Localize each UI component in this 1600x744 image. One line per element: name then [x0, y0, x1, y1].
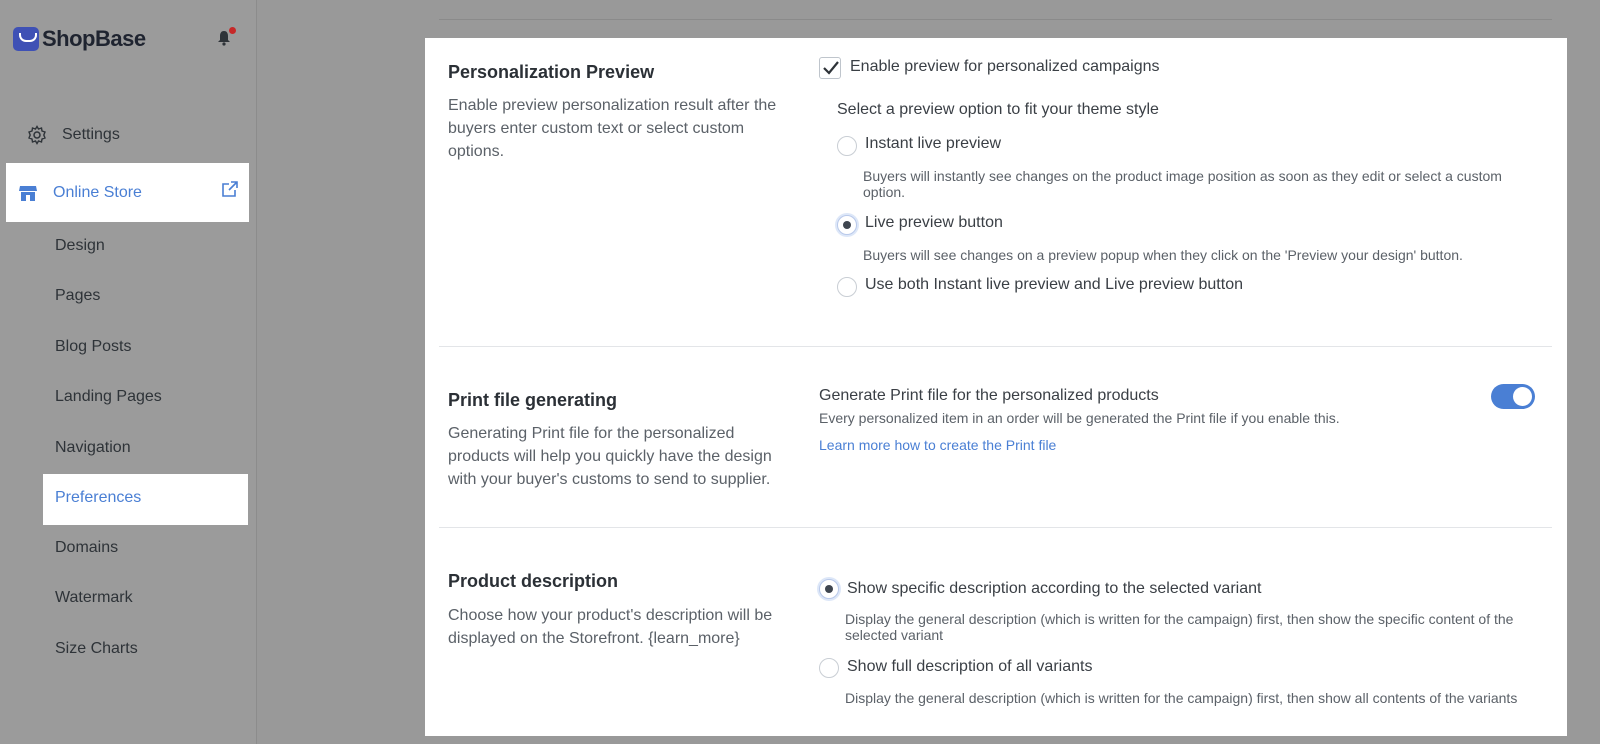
print-file-toggle[interactable]: [1491, 384, 1535, 409]
sidebar-item-size-charts[interactable]: Size Charts: [55, 640, 138, 658]
check-icon: [823, 61, 839, 75]
print-file-title: Print file generating: [448, 390, 618, 410]
personalization-title: Personalization Preview: [448, 62, 655, 82]
live-preview-button-help: Buyers will see changes on a preview pop…: [863, 247, 1463, 263]
instant-live-preview-help: Buyers will instantly see changes on the…: [863, 168, 1502, 200]
sidebar-item-watermark[interactable]: Watermark: [55, 589, 133, 607]
use-both-label[interactable]: Use both Instant live preview and Live p…: [865, 276, 1243, 294]
live-preview-button-label[interactable]: Live preview button: [865, 214, 1003, 232]
sidebar-item-blog-posts[interactable]: Blog Posts: [55, 338, 131, 356]
sidebar-item-pages[interactable]: Pages: [55, 287, 100, 305]
radio-live-preview-button[interactable]: [837, 215, 857, 235]
print-file-setting-help: Every personalized item in an order will…: [819, 410, 1340, 426]
radio-full-description[interactable]: [819, 658, 839, 678]
preview-option-prompt: Select a preview option to fit your them…: [837, 101, 1159, 118]
shopbase-logo[interactable]: ShopBase: [13, 26, 146, 52]
sidebar-item-navigation[interactable]: Navigation: [55, 439, 131, 457]
brand-name: ShopBase: [42, 26, 146, 51]
sidebar-item-settings[interactable]: Settings: [27, 125, 120, 145]
enable-preview-checkbox[interactable]: [819, 57, 841, 79]
notification-dot: [229, 27, 236, 34]
specific-description-help: Display the general description (which i…: [845, 611, 1514, 643]
full-description-label[interactable]: Show full description of all variants: [847, 658, 1092, 676]
radio-use-both[interactable]: [837, 277, 857, 297]
enable-preview-label[interactable]: Enable preview for personalized campaign…: [850, 58, 1160, 76]
section-divider: [439, 527, 1552, 528]
gear-icon: [28, 125, 46, 145]
product-description-description: Choose how your product's description wi…: [448, 607, 773, 647]
section-divider-top: [439, 19, 1552, 20]
sidebar-item-design[interactable]: Design: [55, 237, 105, 255]
section-divider: [439, 346, 1552, 347]
instant-live-preview-label[interactable]: Instant live preview: [865, 135, 1001, 153]
print-file-description: Generating Print file for the personaliz…: [448, 425, 772, 488]
print-file-setting-label: Generate Print file for the personalized…: [819, 387, 1159, 404]
personalization-description: Enable preview personalization result af…: [448, 97, 777, 160]
specific-description-label[interactable]: Show specific description according to t…: [847, 580, 1261, 598]
sidebar-item-online-store-label: Online Store: [53, 183, 142, 201]
external-link-icon[interactable]: [221, 180, 239, 198]
radio-instant-live-preview[interactable]: [837, 136, 857, 156]
full-description-help: Display the general description (which i…: [845, 690, 1518, 706]
sidebar: ShopBase Settings Online Store Design Pa…: [0, 0, 257, 744]
sidebar-item-preferences[interactable]: Preferences: [43, 474, 248, 525]
store-icon: [19, 185, 37, 201]
learn-more-print-file-link[interactable]: Learn more how to create the Print file: [819, 437, 1056, 453]
sidebar-item-domains[interactable]: Domains: [55, 539, 118, 557]
radio-specific-description[interactable]: [819, 579, 839, 599]
preferences-panel: Personalization Preview Enable preview p…: [425, 38, 1567, 736]
sidebar-item-online-store[interactable]: Online Store: [6, 163, 249, 222]
sidebar-item-settings-label: Settings: [62, 126, 120, 143]
shopbase-logo-icon: [13, 27, 39, 51]
sidebar-item-landing-pages[interactable]: Landing Pages: [55, 388, 162, 406]
product-description-title: Product description: [448, 571, 619, 591]
sidebar-item-preferences-label: Preferences: [55, 489, 142, 506]
